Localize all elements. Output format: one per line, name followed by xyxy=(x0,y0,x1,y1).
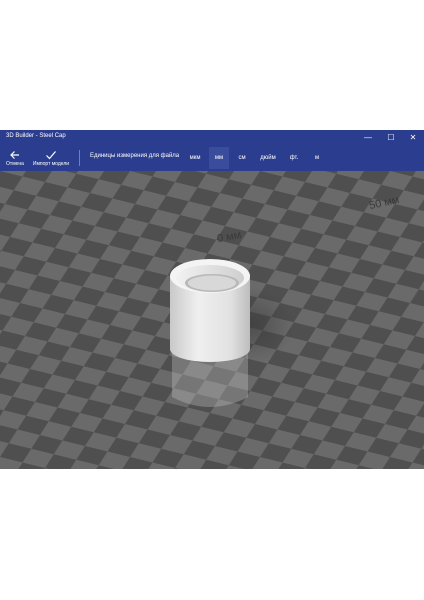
unit-option[interactable]: дюйм xyxy=(255,147,281,169)
unit-option[interactable]: мкм xyxy=(186,147,204,169)
cancel-label: Отмена xyxy=(6,161,24,167)
maximize-button[interactable]: ☐ xyxy=(380,130,402,145)
minimize-button[interactable]: — xyxy=(357,130,379,145)
app-window: 3D Builder - Steel Cap — ☐ ✕ Отмена Импо… xyxy=(0,130,424,469)
unit-option[interactable]: см xyxy=(232,147,252,169)
import-model-label: Импорт модели xyxy=(32,161,70,167)
back-arrow-icon xyxy=(3,148,27,160)
unit-option[interactable]: м xyxy=(308,147,326,169)
units-label: Единицы измерения для файла xyxy=(90,153,180,159)
toolbar: Отмена Импорт модели Единицы измерения д… xyxy=(0,145,424,171)
3d-viewport[interactable]: 50 мм 0 мм xyxy=(0,171,424,469)
build-plate xyxy=(0,171,424,469)
unit-option[interactable]: мм xyxy=(209,147,229,169)
cancel-button[interactable]: Отмена xyxy=(3,148,27,170)
window-title: 3D Builder - Steel Cap xyxy=(6,133,66,139)
steel-cap-model[interactable] xyxy=(170,259,250,362)
unit-option[interactable]: фт. xyxy=(283,147,305,169)
toolbar-separator xyxy=(79,150,80,166)
close-button[interactable]: ✕ xyxy=(402,130,424,145)
title-bar: 3D Builder - Steel Cap — ☐ ✕ xyxy=(0,130,424,145)
checkmark-icon xyxy=(30,148,72,160)
import-model-button[interactable]: Импорт модели xyxy=(30,148,72,170)
